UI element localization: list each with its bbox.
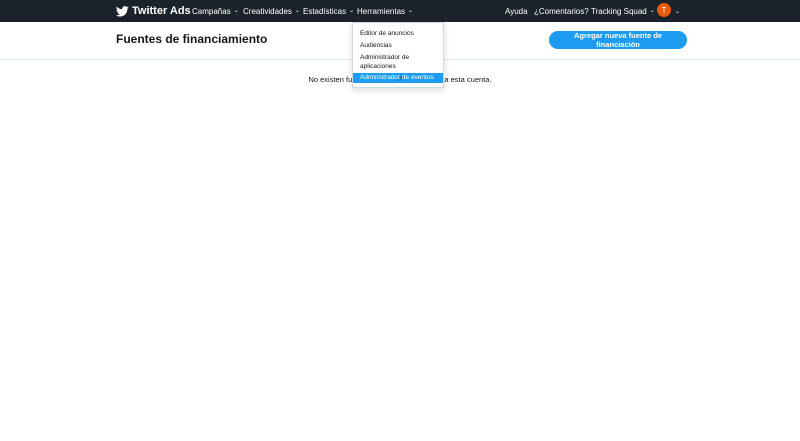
chevron-down-icon: ⌄: [233, 7, 239, 14]
chevron-down-icon: ⌄: [349, 7, 355, 14]
chevron-down-icon: ⌄: [408, 7, 414, 14]
account-name: Tracking Squad: [591, 6, 647, 16]
chevron-down-icon: ⌄: [649, 7, 655, 14]
account-selector[interactable]: Tracking Squad ⌄: [591, 0, 655, 22]
top-navigation-bar: Twitter Ads Campañas ⌄ Creatividades ⌄ Est…: [0, 0, 800, 22]
nav-help-label: Ayuda: [505, 6, 528, 16]
nav-campaigns[interactable]: Campañas ⌄: [192, 0, 239, 22]
menu-item-audiences[interactable]: Audiencias: [353, 41, 443, 50]
nav-help[interactable]: Ayuda: [505, 0, 528, 22]
nav-tools-label: Herramientas: [357, 6, 406, 16]
nav-feedback[interactable]: ¿Comentarios?: [534, 0, 589, 22]
menu-item-ad-editor[interactable]: Editor de anuncios: [353, 29, 443, 38]
twitter-bird-icon: [116, 5, 129, 16]
nav-creatives-label: Creatividades: [243, 6, 292, 16]
nav-analytics-label: Estadísticas: [303, 6, 347, 16]
nav-tools[interactable]: Herramientas ⌄: [357, 0, 413, 22]
nav-campaigns-label: Campañas: [192, 6, 231, 16]
page-title: Fuentes de financiamiento: [116, 32, 268, 46]
hand-pointer-icon: ☞: [397, 74, 405, 83]
nav-creatives[interactable]: Creatividades ⌄: [243, 0, 300, 22]
chevron-down-icon: ⌄: [294, 7, 300, 14]
brand-name: Twitter Ads: [132, 5, 191, 17]
nav-analytics[interactable]: Estadísticas ⌄: [303, 0, 354, 22]
avatar-initial: T: [661, 5, 667, 15]
nav-feedback-label: ¿Comentarios?: [534, 6, 589, 16]
avatar[interactable]: T: [657, 3, 671, 17]
add-funding-source-button[interactable]: Agregar nueva fuente de financiación: [549, 31, 687, 49]
chevron-down-icon[interactable]: ⌄: [675, 0, 680, 22]
brand-logo[interactable]: Twitter Ads: [116, 3, 191, 19]
menu-item-app-manager[interactable]: Administrador de aplicaciones: [353, 53, 443, 71]
